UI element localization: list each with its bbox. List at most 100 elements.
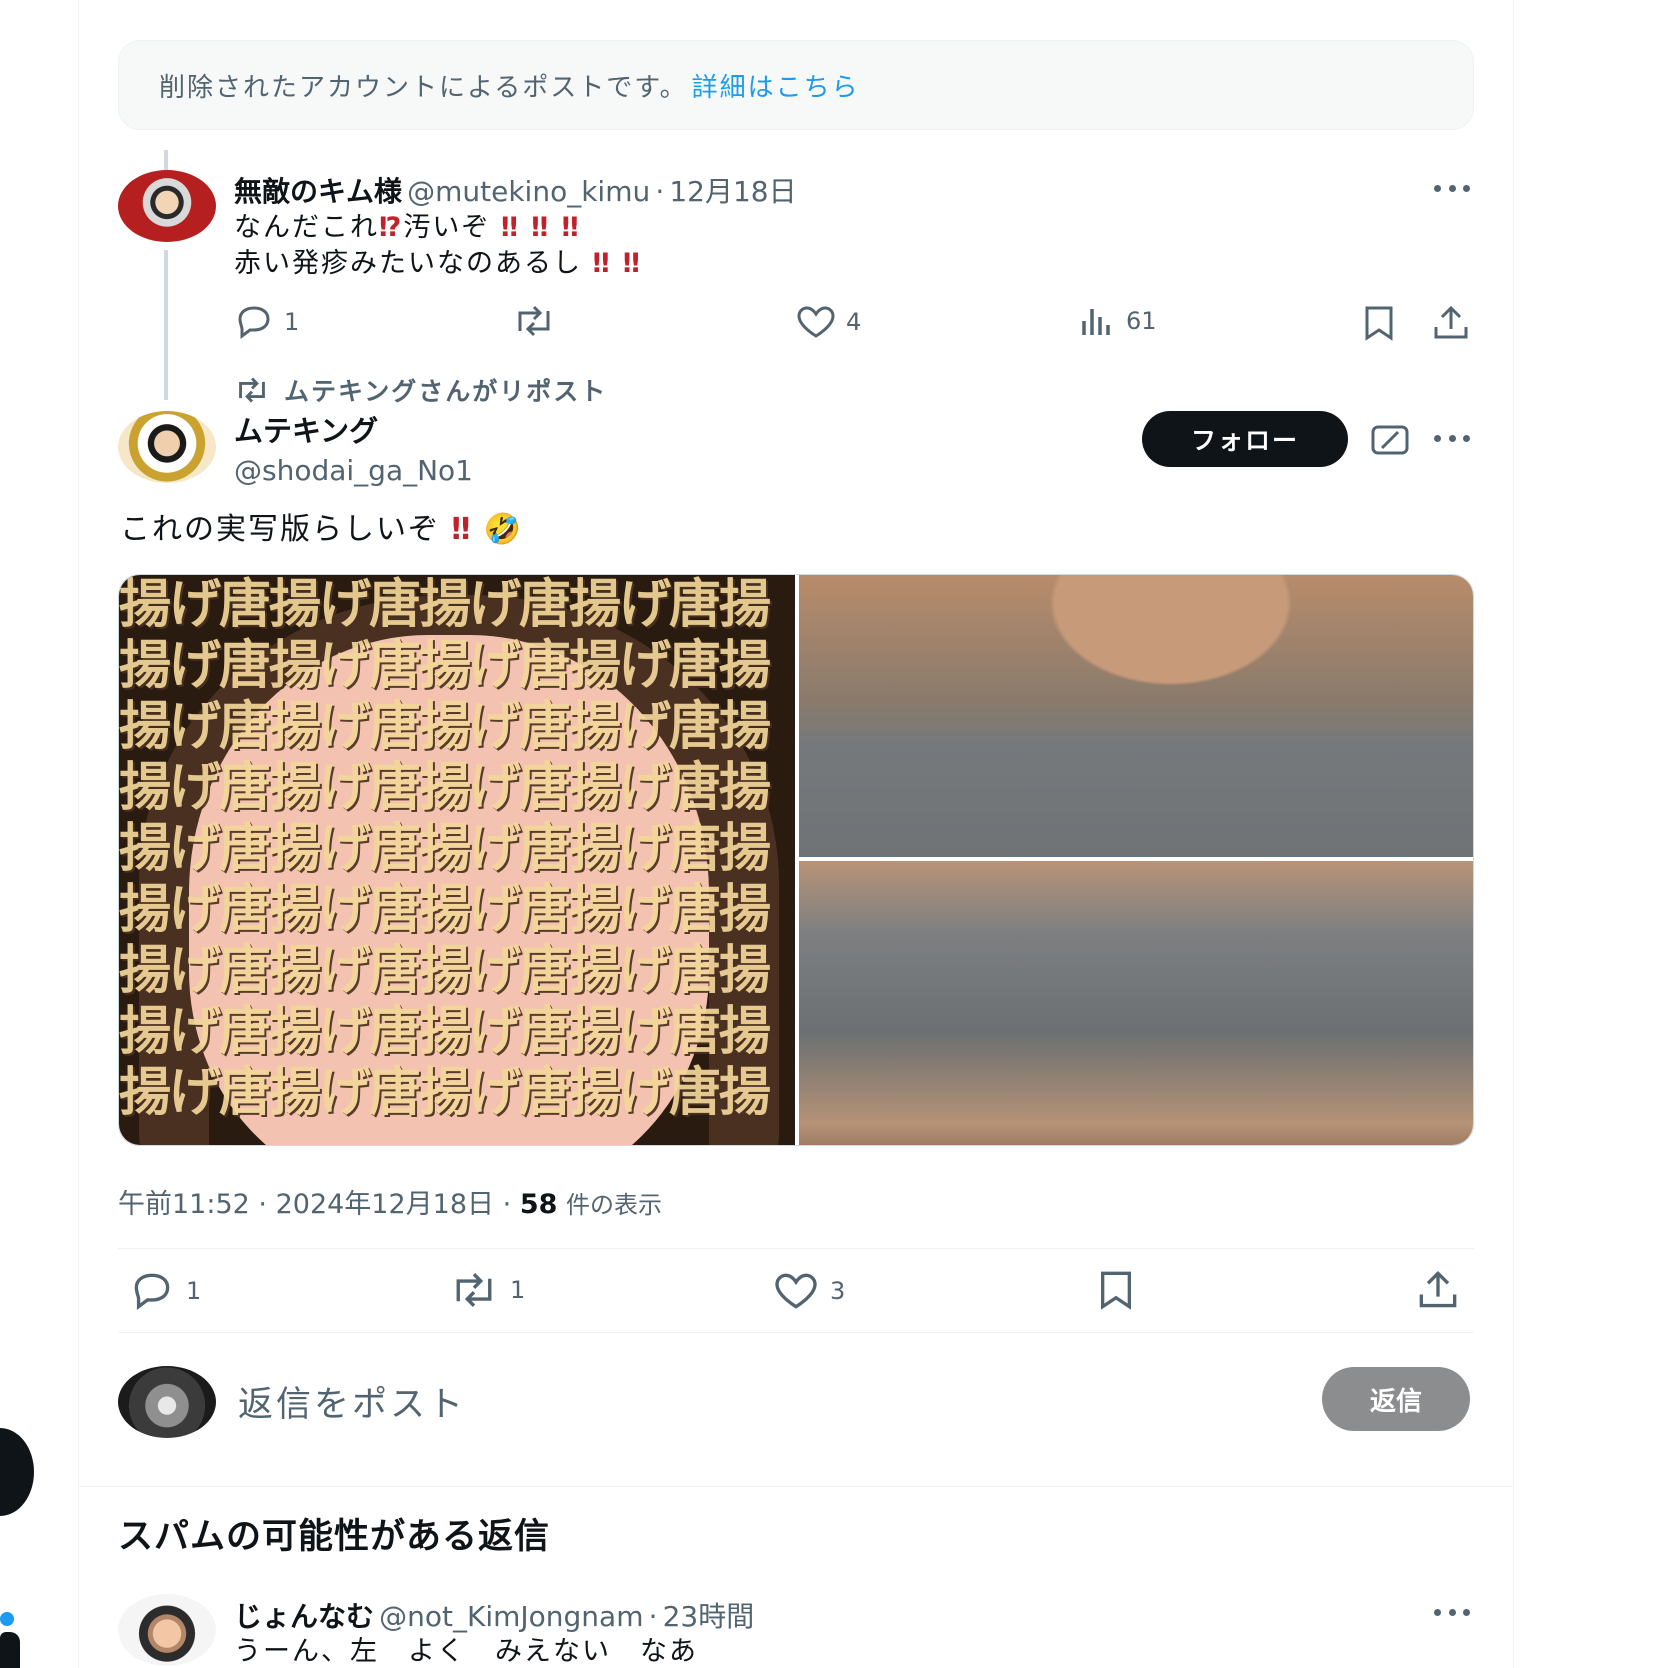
bookmark-icon xyxy=(1101,1271,1131,1310)
user-handle[interactable]: @mutekino_kimu xyxy=(407,175,650,208)
text-segment: 赤い発疹みたいなのあるし xyxy=(234,248,582,279)
overlay-line: 揚げ唐揚げ唐揚げ唐揚げ唐揚 xyxy=(119,880,771,940)
reply-icon xyxy=(238,306,270,339)
section-divider xyxy=(78,1486,1514,1487)
views-count: 58 xyxy=(519,1189,558,1220)
retweet-button[interactable] xyxy=(512,305,556,337)
media-image-photo-bottom[interactable] xyxy=(799,861,1473,1145)
reply-button[interactable]: 1 xyxy=(128,1272,201,1310)
bookmark-button[interactable] xyxy=(1096,1270,1136,1310)
separator-dot: · xyxy=(258,1189,267,1220)
user-handle[interactable]: @shodai_ga_No1 xyxy=(234,454,473,487)
more-icon[interactable] xyxy=(1434,1609,1470,1619)
tweet1-text: なんだこれ⁉汚いぞ ‼ ‼ ‼ 赤い発疹みたいなのあるし ‼ ‼ xyxy=(234,210,642,282)
compose-fab[interactable] xyxy=(0,1428,34,1516)
double-exclamation-emoji: ‼ xyxy=(451,512,473,547)
double-exclamation-emoji: ‼ ‼ xyxy=(592,248,642,279)
retweet-count: 1 xyxy=(510,1276,526,1304)
reply-icon xyxy=(134,1273,170,1310)
share-icon xyxy=(1419,1270,1457,1308)
overlay-line: 揚げ唐揚げ唐揚げ唐揚げ唐揚 xyxy=(119,758,771,818)
user-handle[interactable]: @not_KimJongnam xyxy=(379,1600,643,1633)
separator-dot: · xyxy=(502,1189,512,1220)
karaage-overlay-text: 揚げ唐揚げ唐揚げ唐揚げ唐揚 揚げ唐揚げ唐揚げ唐揚げ唐揚 揚げ唐揚げ唐揚げ唐揚げ唐… xyxy=(119,575,795,1145)
notification-dot xyxy=(0,1612,14,1626)
display-name[interactable]: ムテキング xyxy=(234,408,473,450)
overlay-line: 揚げ唐揚げ唐揚げ唐揚げ唐揚 xyxy=(119,575,771,635)
views-button[interactable]: 61 xyxy=(1080,305,1157,337)
overlay-line: 揚げ唐揚げ唐揚げ唐揚げ唐揚 xyxy=(119,1063,771,1123)
retweet-icon xyxy=(239,377,265,403)
post-time[interactable]: 午前11:52 xyxy=(118,1189,250,1220)
views-label: 件の表示 xyxy=(565,1191,662,1219)
post-date[interactable]: 2024年12月18日 xyxy=(276,1189,494,1220)
tweet3-text: うーん、左 よく みえない なあ xyxy=(234,1636,698,1667)
heart-icon xyxy=(775,1273,817,1309)
thread-line-top xyxy=(164,150,168,172)
more-icon[interactable] xyxy=(1434,435,1470,445)
overlay-line: 揚げ唐揚げ唐揚げ唐揚げ唐揚 xyxy=(119,819,771,879)
grok-icon xyxy=(1371,425,1409,455)
deleted-notice-text: 削除されたアカウントによるポストです。 xyxy=(159,72,688,103)
reply-submit-button[interactable]: 返信 xyxy=(1322,1367,1470,1431)
tweet-text: これの実写版らしいぞ xyxy=(120,512,440,547)
reply-input[interactable]: 返信をポスト xyxy=(238,1376,466,1427)
more-icon[interactable] xyxy=(1434,185,1470,195)
repost-label: ムテキングさんがリポスト xyxy=(234,372,607,408)
overlay-line: 揚げ唐揚げ唐揚げ唐揚げ唐揚 xyxy=(119,1002,771,1062)
retweet-button[interactable]: 1 xyxy=(448,1272,525,1308)
reply-count: 1 xyxy=(186,1277,202,1305)
overlay-line: 揚げ唐揚げ唐揚げ唐揚げ唐揚 xyxy=(119,636,771,696)
views-icon xyxy=(1082,309,1110,335)
post-meta: 午前11:52 · 2024年12月18日 · 58 件の表示 xyxy=(118,1182,662,1221)
tweet2-text: これの実写版らしいぞ ‼ 🤣 xyxy=(120,510,523,550)
follow-button[interactable]: フォロー xyxy=(1142,411,1348,467)
repost-text[interactable]: ムテキングさんがリポスト xyxy=(284,372,607,408)
like-button[interactable]: 3 xyxy=(772,1272,845,1310)
display-name[interactable]: じょんなむ xyxy=(234,1600,374,1633)
bookmark-button[interactable] xyxy=(1362,305,1396,341)
share-icon xyxy=(1434,305,1468,339)
heart-icon xyxy=(797,306,835,338)
separator-dot: · xyxy=(655,175,665,208)
divider xyxy=(118,1332,1474,1333)
grok-button[interactable] xyxy=(1370,423,1410,461)
like-button[interactable]: 4 xyxy=(796,305,861,339)
overlay-line: 揚げ唐揚げ唐揚げ唐揚げ唐揚 xyxy=(119,941,771,1001)
account-switcher[interactable] xyxy=(0,1632,20,1668)
spam-section-title: スパムの可能性がある返信 xyxy=(118,1517,551,1557)
double-exclamation-emoji: ‼ ‼ ‼ xyxy=(500,212,581,243)
share-button[interactable] xyxy=(1432,305,1470,341)
avatar[interactable] xyxy=(118,411,216,483)
bookmark-icon xyxy=(1365,306,1393,341)
share-button[interactable] xyxy=(1416,1270,1460,1310)
display-name[interactable]: 無敵のキム様 xyxy=(234,175,402,208)
text-segment: なんだこれ xyxy=(234,212,379,243)
view-count: 61 xyxy=(1126,307,1157,335)
divider xyxy=(118,1248,1474,1249)
retweet-icon xyxy=(518,305,550,337)
media-image-photo-top[interactable] xyxy=(799,575,1473,857)
like-count: 3 xyxy=(830,1277,846,1305)
rofl-emoji: 🤣 xyxy=(483,512,524,547)
post-date[interactable]: 12月18日 xyxy=(669,175,796,208)
retweet-icon xyxy=(456,1273,492,1307)
post-date[interactable]: 23時間 xyxy=(663,1600,755,1633)
media-image-illustration[interactable]: 揚げ唐揚げ唐揚げ唐揚げ唐揚 揚げ唐揚げ唐揚げ唐揚げ唐揚 揚げ唐揚げ唐揚げ唐揚げ唐… xyxy=(119,575,795,1145)
overlay-line: 揚げ唐揚げ唐揚げ唐揚げ唐揚 xyxy=(119,697,771,757)
details-link[interactable]: 詳細はこちら xyxy=(692,67,860,104)
avatar[interactable] xyxy=(118,1594,216,1666)
tweet3-header: じょんなむ @not_KimJongnam · 23時間 xyxy=(234,1595,754,1635)
like-count: 4 xyxy=(846,308,862,336)
separator-dot: · xyxy=(648,1600,658,1633)
deleted-post-notice: 削除されたアカウントによるポストです。 詳細はこちら xyxy=(118,40,1474,130)
media-grid: 揚げ唐揚げ唐揚げ唐揚げ唐揚 揚げ唐揚げ唐揚げ唐揚げ唐揚 揚げ唐揚げ唐揚げ唐揚げ唐… xyxy=(118,574,1474,1146)
thread-line-middle xyxy=(164,250,168,400)
interrobang-emoji: ⁉ xyxy=(379,212,404,243)
text-segment: 汚いぞ xyxy=(403,212,491,243)
tweet2-header: ムテキング @shodai_ga_No1 xyxy=(234,408,473,487)
my-avatar[interactable] xyxy=(118,1366,216,1438)
avatar[interactable] xyxy=(118,170,216,242)
reply-button[interactable]: 1 xyxy=(234,305,299,339)
reply-count: 1 xyxy=(284,308,300,336)
